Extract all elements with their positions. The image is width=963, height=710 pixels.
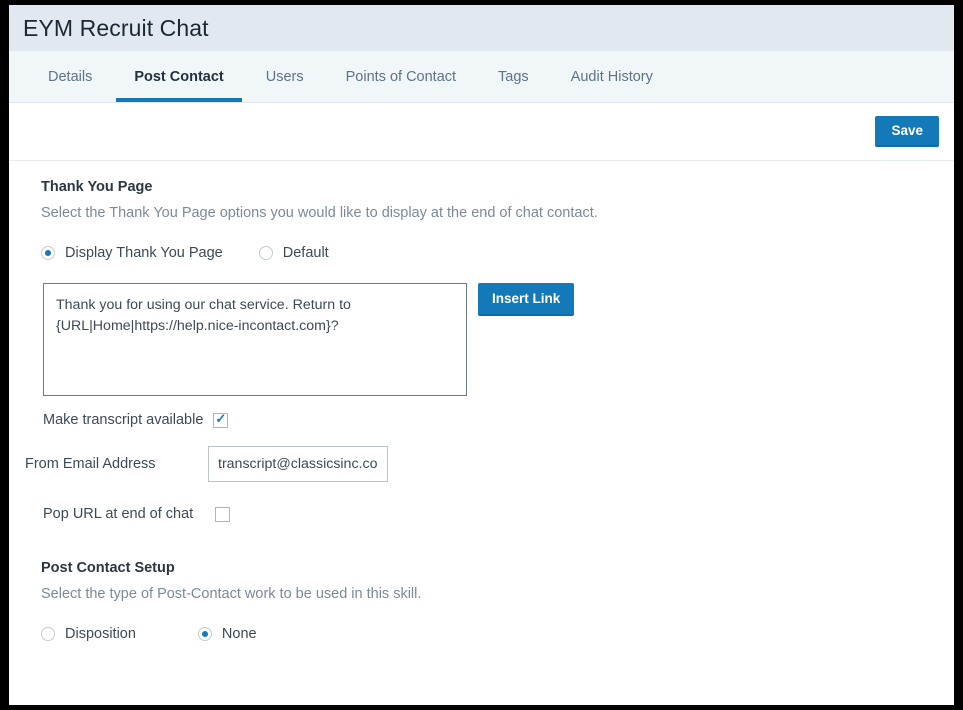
action-toolbar: Save bbox=[9, 103, 954, 161]
radio-none[interactable] bbox=[197, 627, 212, 641]
thank-you-message-textarea[interactable] bbox=[43, 283, 467, 396]
from-email-address-row: From Email Address bbox=[25, 446, 954, 482]
tab-users[interactable]: Users bbox=[245, 51, 325, 102]
page-title: EYM Recruit Chat bbox=[23, 14, 209, 41]
make-transcript-available-checkbox[interactable] bbox=[213, 411, 229, 428]
radio-disposition[interactable] bbox=[41, 627, 55, 641]
screenshot-frame: EYM Recruit Chat Details Post Contact Us… bbox=[0, 0, 963, 710]
tab-tags[interactable]: Tags bbox=[477, 51, 550, 102]
radio-option-none[interactable]: None bbox=[197, 626, 257, 642]
tab-audit-history[interactable]: Audit History bbox=[550, 51, 674, 102]
post-contact-setup-heading: Post Contact Setup bbox=[41, 560, 175, 576]
content-area: Thank You Page Select the Thank You Page… bbox=[9, 161, 954, 642]
thank-you-message-editor-row: Insert Link bbox=[43, 283, 954, 396]
radio-label-display-thank-you-page: Display Thank You Page bbox=[65, 245, 223, 261]
post-contact-setup-radio-group: Disposition None bbox=[41, 626, 954, 642]
tab-points-of-contact[interactable]: Points of Contact bbox=[325, 51, 477, 102]
radio-option-disposition[interactable]: Disposition bbox=[41, 626, 136, 642]
tab-details[interactable]: Details bbox=[27, 51, 113, 102]
from-email-address-input[interactable] bbox=[208, 446, 388, 482]
pop-url-checkbox[interactable] bbox=[215, 506, 231, 522]
thank-you-page-description: Select the Thank You Page options you wo… bbox=[41, 205, 598, 221]
app-header: EYM Recruit Chat bbox=[9, 5, 954, 51]
radio-default[interactable] bbox=[258, 246, 273, 260]
radio-option-display-thank-you-page[interactable]: Display Thank You Page bbox=[41, 245, 223, 261]
radio-label-disposition: Disposition bbox=[65, 626, 136, 642]
radio-option-default[interactable]: Default bbox=[258, 245, 329, 261]
save-button[interactable]: Save bbox=[875, 116, 939, 147]
app-page: EYM Recruit Chat Details Post Contact Us… bbox=[9, 5, 954, 705]
tab-post-contact[interactable]: Post Contact bbox=[113, 51, 244, 102]
from-email-address-label: From Email Address bbox=[25, 455, 156, 472]
make-transcript-available-label: Make transcript available bbox=[43, 412, 204, 428]
post-contact-setup-section: Post Contact Setup Select the type of Po… bbox=[9, 560, 954, 642]
post-contact-setup-description: Select the type of Post-Contact work to … bbox=[41, 586, 422, 602]
tab-bar: Details Post Contact Users Points of Con… bbox=[9, 51, 954, 103]
radio-label-none: None bbox=[221, 626, 257, 642]
pop-url-label: Pop URL at end of chat bbox=[43, 506, 194, 522]
thank-you-page-radio-group: Display Thank You Page Default bbox=[41, 245, 954, 261]
insert-link-button[interactable]: Insert Link bbox=[478, 283, 575, 316]
radio-display-thank-you-page[interactable] bbox=[41, 246, 55, 260]
pop-url-row: Pop URL at end of chat bbox=[43, 506, 954, 522]
radio-label-default: Default bbox=[282, 245, 329, 261]
thank-you-page-heading: Thank You Page bbox=[41, 179, 153, 195]
make-transcript-available-row: Make transcript available bbox=[43, 411, 954, 428]
